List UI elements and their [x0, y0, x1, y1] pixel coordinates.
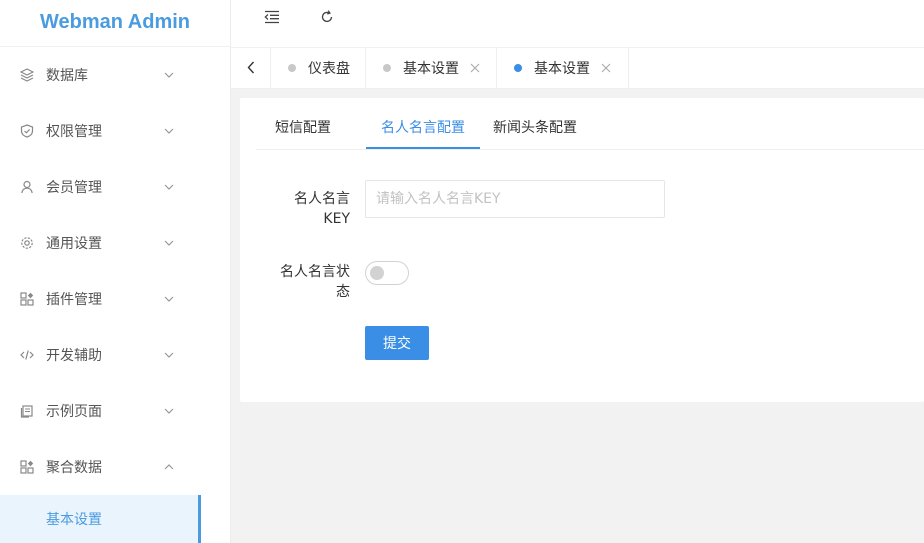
code-icon — [20, 348, 34, 362]
layers-icon — [20, 68, 34, 82]
quote-key-label-line2: KEY — [323, 211, 350, 227]
toggle-knob — [370, 266, 384, 280]
tab-dashboard[interactable]: 仪表盘 — [271, 48, 366, 88]
sidebar-item-general-settings[interactable]: 通用设置 — [0, 215, 230, 271]
tab-basic-settings-active[interactable]: 基本设置 — [497, 48, 629, 88]
sidebar-subitem-label: 基本设置 — [46, 512, 102, 528]
sidebar-item-label: 开发辅助 — [46, 348, 102, 364]
sidebar-item-label: 示例页面 — [46, 404, 102, 420]
tab-label: 基本设置 — [534, 61, 590, 77]
settings-card: 短信配置 名人名言配置 新闻头条配置 名人名言 KEY 名人名言状 态 提交 — [240, 98, 924, 402]
chevron-down-icon — [164, 70, 174, 80]
sidebar-item-label: 数据库 — [46, 68, 88, 84]
quote-status-label-line2: 态 — [336, 284, 350, 300]
chevron-down-icon — [164, 350, 174, 360]
chevron-down-icon — [164, 126, 174, 136]
close-icon[interactable] — [600, 62, 612, 74]
tab-basic-settings[interactable]: 基本设置 — [366, 48, 497, 88]
sidebar-item-dev-tools[interactable]: 开发辅助 — [0, 327, 230, 383]
quote-key-input[interactable] — [365, 180, 665, 218]
sidebar-item-aggregate-data[interactable]: 聚合数据 — [0, 439, 230, 495]
settings-subtabs: 短信配置 名人名言配置 新闻头条配置 — [256, 98, 924, 150]
quote-key-label-line1: 名人名言 — [294, 191, 350, 207]
sidebar: Webman Admin 数据库 权限管理 会员管理 通用设置 插件管理 开发辅… — [0, 0, 231, 543]
quote-key-label: 名人名言 KEY — [260, 189, 350, 229]
sidebar-item-label: 通用设置 — [46, 236, 102, 252]
submit-button[interactable]: 提交 — [365, 326, 429, 360]
tab-label: 基本设置 — [403, 61, 459, 77]
sidebar-subitem-basic-settings[interactable]: 基本设置 — [0, 495, 201, 543]
shield-icon — [20, 124, 34, 138]
sidebar-item-database[interactable]: 数据库 — [0, 47, 230, 103]
sidebar-item-label: 会员管理 — [46, 180, 102, 196]
tab-dot-icon — [383, 64, 391, 72]
subtab-sms-config[interactable]: 短信配置 — [256, 98, 350, 149]
quote-status-label-line1: 名人名言状 — [280, 264, 350, 280]
tab-dot-icon — [514, 64, 522, 72]
chevron-up-icon — [164, 462, 174, 472]
sidebar-item-label: 聚合数据 — [46, 460, 102, 476]
tab-label: 仪表盘 — [308, 61, 350, 77]
chevron-down-icon — [164, 182, 174, 192]
close-icon[interactable] — [469, 62, 481, 74]
sidebar-item-members[interactable]: 会员管理 — [0, 159, 230, 215]
subtab-news-config[interactable]: 新闻头条配置 — [480, 98, 590, 149]
sidebar-item-permissions[interactable]: 权限管理 — [0, 103, 230, 159]
subtab-quotes-config[interactable]: 名人名言配置 — [366, 98, 480, 149]
quote-status-label: 名人名言状 态 — [260, 262, 350, 302]
chevron-down-icon — [164, 238, 174, 248]
user-icon — [20, 180, 34, 194]
menu-fold-icon[interactable] — [262, 7, 282, 27]
chevron-down-icon — [164, 406, 174, 416]
tabs-prev-button[interactable] — [231, 48, 271, 88]
refresh-icon[interactable] — [317, 7, 337, 27]
chevron-left-icon — [247, 59, 255, 78]
sidebar-item-plugins[interactable]: 插件管理 — [0, 271, 230, 327]
plugin-icon — [20, 292, 34, 306]
page-icon — [20, 404, 34, 418]
top-header — [231, 0, 924, 48]
plugin-icon — [20, 460, 34, 474]
chevron-down-icon — [164, 294, 174, 304]
active-subtab-indicator — [366, 147, 480, 149]
app-logo: Webman Admin — [0, 0, 230, 47]
sidebar-item-label: 权限管理 — [46, 124, 102, 140]
quote-status-toggle[interactable] — [365, 261, 409, 285]
sidebar-item-label: 插件管理 — [46, 292, 102, 308]
sidebar-item-example-pages[interactable]: 示例页面 — [0, 383, 230, 439]
page-tabs: 仪表盘 基本设置 基本设置 — [231, 48, 924, 89]
gear-icon — [20, 236, 34, 250]
tab-dot-icon — [288, 64, 296, 72]
